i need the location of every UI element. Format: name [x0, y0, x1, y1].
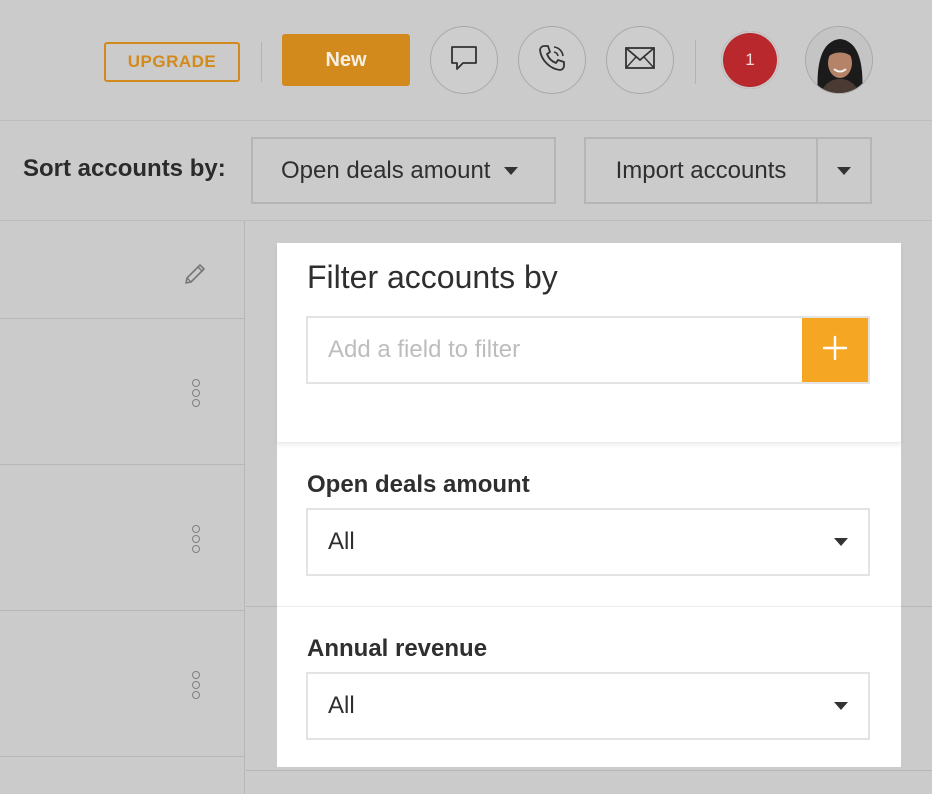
divider [246, 770, 932, 771]
import-accounts-button[interactable]: Import accounts [586, 139, 818, 202]
add-filter-button[interactable] [802, 318, 868, 382]
chat-icon [449, 43, 479, 78]
chevron-down-icon [504, 166, 519, 175]
plus-icon [821, 334, 849, 367]
more-options-icon[interactable] [192, 525, 200, 553]
accounts-list [0, 221, 245, 794]
avatar[interactable] [805, 26, 873, 94]
annual-revenue-label: Annual revenue [307, 635, 488, 662]
upgrade-button[interactable]: UPGRADE [104, 42, 240, 82]
sort-bar: Sort accounts by: Open deals amount Impo… [0, 121, 932, 221]
filter-field-input-group [306, 316, 870, 384]
call-button[interactable] [518, 26, 586, 94]
notification-badge[interactable]: 1 [721, 31, 779, 89]
divider [695, 40, 696, 84]
open-deals-amount-select[interactable]: All [306, 508, 870, 576]
email-button[interactable] [606, 26, 674, 94]
more-options-icon[interactable] [192, 671, 200, 699]
list-header [0, 221, 245, 319]
new-button[interactable]: New [282, 34, 410, 86]
open-deals-amount-label: Open deals amount [307, 471, 530, 498]
list-item[interactable] [0, 465, 245, 611]
list-item[interactable] [0, 611, 245, 757]
chat-button[interactable] [430, 26, 498, 94]
pencil-icon[interactable] [182, 261, 208, 292]
sort-select[interactable]: Open deals amount [251, 137, 556, 204]
divider [261, 42, 262, 82]
more-options-icon[interactable] [192, 379, 200, 407]
import-dropdown-toggle[interactable] [818, 139, 870, 202]
mail-icon [624, 46, 656, 75]
open-deals-amount-value: All [328, 528, 355, 555]
list-item[interactable] [0, 319, 245, 465]
divider [277, 606, 901, 607]
filter-panel-header: Filter accounts by [277, 243, 901, 443]
chevron-down-icon [837, 166, 851, 175]
annual-revenue-value: All [328, 692, 355, 719]
annual-revenue-select[interactable]: All [306, 672, 870, 740]
chevron-down-icon [834, 538, 848, 546]
sort-label: Sort accounts by: [23, 155, 226, 182]
sort-select-value: Open deals amount [281, 156, 491, 184]
filter-field-input[interactable] [308, 318, 802, 382]
import-button-group: Import accounts [584, 137, 872, 204]
filter-panel: Filter accounts by Open deals amount All… [277, 243, 901, 767]
filter-title: Filter accounts by [307, 259, 558, 295]
chevron-down-icon [834, 702, 848, 710]
phone-icon [536, 42, 568, 79]
top-bar: UPGRADE New 1 [0, 0, 932, 121]
